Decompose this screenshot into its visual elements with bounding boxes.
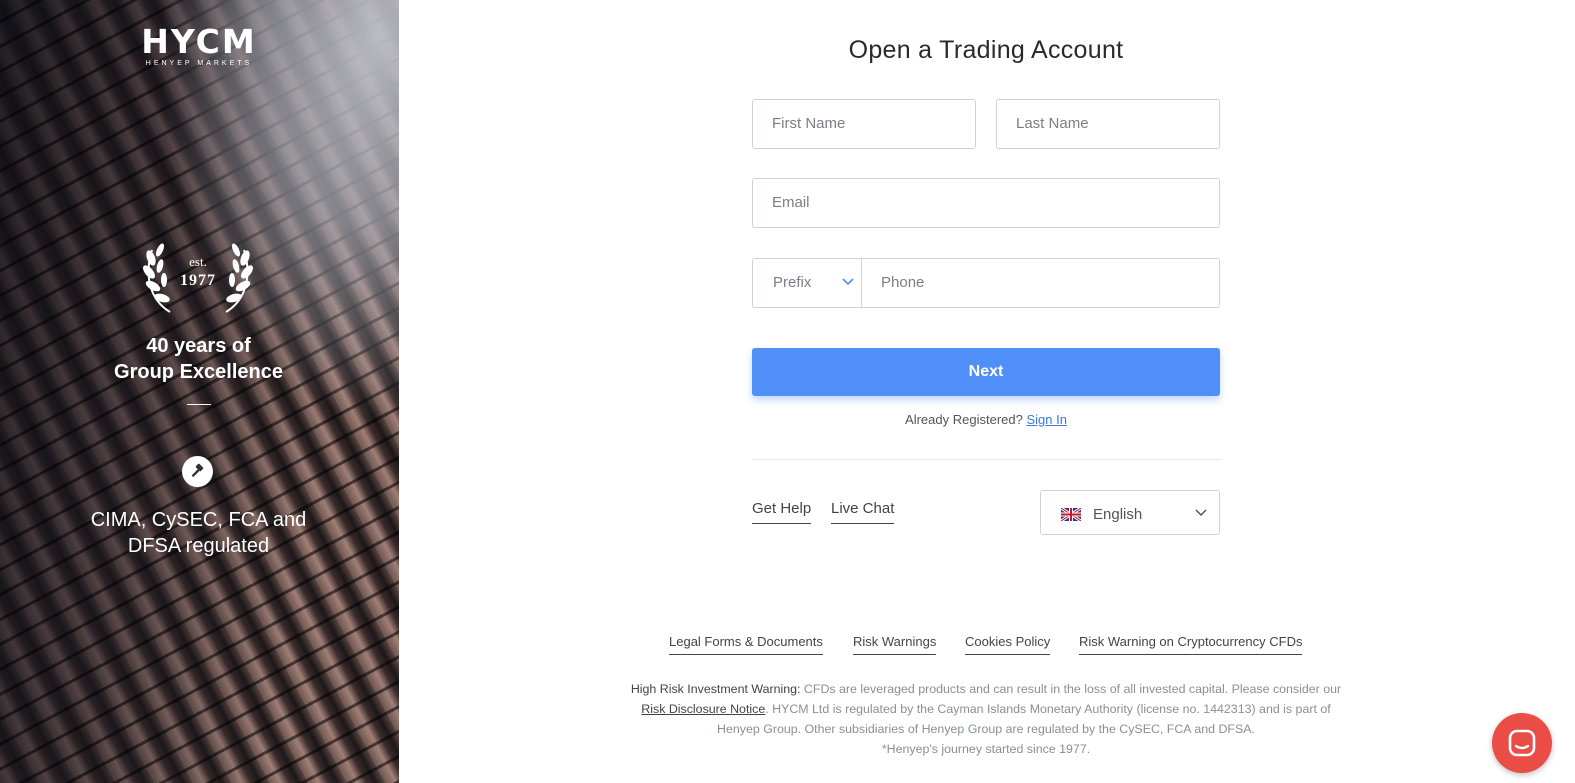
last-name-field[interactable] <box>996 99 1220 149</box>
get-help-link[interactable]: Get Help <box>752 500 812 524</box>
logo-text: HYCM <box>141 22 257 61</box>
regulation-text: CIMA, CySEC, FCA and DFSA regulated <box>0 507 397 559</box>
regulation-line-1: CIMA, CySEC, FCA and <box>90 509 307 531</box>
warning-title: High Risk Investment Warning: <box>630 682 801 696</box>
language-label: English <box>1093 506 1143 523</box>
laurel-badge: est. 1977 <box>140 228 256 316</box>
chat-widget-button[interactable] <box>1492 713 1552 773</box>
already-registered-text: Already Registered? <box>905 412 1023 427</box>
live-chat-link[interactable]: Live Chat <box>831 500 895 524</box>
language-select[interactable]: English <box>1040 490 1220 535</box>
phone-field[interactable] <box>861 258 1220 308</box>
disclaimer-line-3: Henyep Group. Other subsidiaries of Heny… <box>717 722 1255 736</box>
first-name-field[interactable] <box>752 99 976 149</box>
already-registered: Already Registered? Sign In <box>752 412 1220 427</box>
gavel-icon <box>182 456 213 487</box>
journey-note: *Henyep's journey started since 1977. <box>881 742 1091 756</box>
chevron-down-icon <box>1195 509 1207 517</box>
est-label: est. <box>189 254 207 269</box>
last-name-input[interactable] <box>1016 101 1219 147</box>
disclaimer-line-1: High Risk Investment Warning: CFDs are l… <box>600 679 1372 699</box>
email-field[interactable] <box>752 178 1220 228</box>
email-input[interactable] <box>772 180 1219 226</box>
warning-text-2: . HYCM Ltd is regulated by the Cayman Is… <box>765 702 1331 716</box>
cookies-policy-link[interactable]: Cookies Policy <box>965 634 1051 655</box>
first-name-input[interactable] <box>772 101 975 147</box>
risk-disclosure-link[interactable]: Risk Disclosure Notice <box>641 702 765 716</box>
phone-input[interactable] <box>881 260 1219 306</box>
uk-flag-icon <box>1061 508 1081 521</box>
logo-subtext: HENYEP MARKETS <box>145 60 253 67</box>
next-button[interactable]: Next <box>752 348 1220 396</box>
years-line-2: Group Excellence <box>114 361 283 383</box>
warning-text-1: CFDs are leveraged products and can resu… <box>800 682 1342 696</box>
chat-icon <box>1508 729 1536 757</box>
crypto-risk-warning-link[interactable]: Risk Warning on Cryptocurrency CFDs <box>1079 634 1303 655</box>
sign-in-link[interactable]: Sign In <box>1026 412 1066 427</box>
risk-disclaimer: High Risk Investment Warning: CFDs are l… <box>600 679 1372 759</box>
legal-forms-link[interactable]: Legal Forms & Documents <box>669 634 823 655</box>
est-year: 1977 <box>180 272 216 289</box>
risk-warnings-link[interactable]: Risk Warnings <box>853 634 937 655</box>
years-heading: 40 years of Group Excellence <box>0 333 397 385</box>
years-line-1: 40 years of <box>146 335 251 357</box>
hero-divider <box>187 404 211 405</box>
hycm-logo[interactable]: HYCM HENYEP MARKETS <box>134 22 264 67</box>
form-divider <box>752 459 1220 460</box>
prefix-label: Prefix <box>773 274 812 291</box>
hero-panel: HYCM HENYEP MARKETS est. 1977 40 years o… <box>0 0 399 783</box>
regulation-line-2: DFSA regulated <box>127 535 270 557</box>
disclaimer-line-2: Risk Disclosure Notice. HYCM Ltd is regu… <box>600 699 1372 719</box>
chevron-down-icon <box>842 278 854 286</box>
page-title: Open a Trading Account <box>848 36 1124 64</box>
phone-prefix-select[interactable]: Prefix <box>752 258 862 308</box>
